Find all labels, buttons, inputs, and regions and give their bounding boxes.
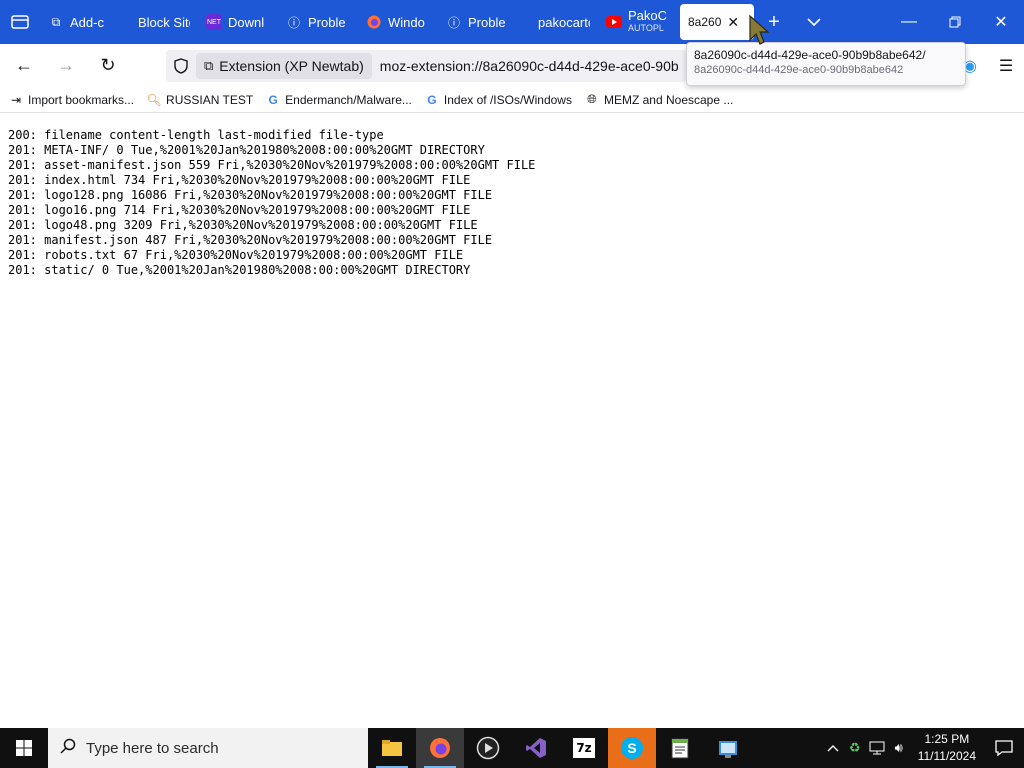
tab-block-site[interactable]: Block Site — [118, 4, 198, 40]
globe-icon: 🌐︎ — [587, 92, 597, 106]
minimize-button[interactable]: — — [886, 0, 932, 44]
close-window-button[interactable]: ✕ — [978, 0, 1024, 44]
bookmarks-toolbar: ⇥ Import bookmarks... 🔍︎ RUSSIAN TEST G … — [0, 87, 1024, 113]
tab-youtube[interactable]: PakoC AUTOPL — [598, 4, 676, 40]
listing-line: 201: logo16.png 714 Fri,%2030%20Nov%2019… — [8, 203, 471, 217]
reload-button[interactable]: ↻ — [90, 48, 126, 84]
search-icon: 🔍︎ — [146, 92, 162, 107]
bookmark-endermanch[interactable]: G Endermanch/Malware... — [265, 92, 412, 108]
extension-identity-box[interactable]: ⧉ Extension (XP Newtab) — [196, 53, 372, 79]
firefox-icon — [430, 738, 450, 758]
taskbar-firefox[interactable] — [416, 728, 464, 768]
chevron-up-icon — [827, 745, 839, 752]
notification-icon — [995, 740, 1013, 756]
control-panel-icon — [719, 741, 737, 758]
google-icon: G — [268, 92, 278, 107]
listing-line: 201: logo128.png 16086 Fri,%2030%20Nov%2… — [8, 188, 493, 202]
url-text[interactable]: moz-extension://8a26090c-d44d-429e-ace0-… — [380, 58, 679, 74]
clock[interactable]: 1:25 PM 11/11/2024 — [910, 731, 984, 765]
skype-icon: S — [621, 737, 643, 759]
taskbar-skype[interactable]: S — [608, 728, 656, 768]
7zip-icon: 7z — [573, 738, 595, 758]
url-bar[interactable]: ⧉ Extension (XP Newtab) moz-extension://… — [166, 50, 686, 82]
listing-line: 200: filename content-length last-modifi… — [8, 128, 384, 142]
restore-icon — [949, 16, 961, 28]
info-icon: ⓘ — [447, 15, 460, 30]
firefox-view-button[interactable] — [0, 0, 40, 44]
google-icon: G — [427, 92, 437, 107]
tab-pakocartoons[interactable]: pakocarto — [518, 4, 598, 40]
search-icon — [60, 738, 76, 759]
taskbar: Type here to search 7z S ♻ 🔊︎ 1:25 PM 11… — [0, 728, 1024, 768]
start-button[interactable] — [0, 728, 48, 768]
tab-active-extension[interactable]: 8a260 ✕ — [680, 4, 754, 40]
close-icon: ✕ — [994, 14, 1008, 31]
bookmark-russian-test[interactable]: 🔍︎ RUSSIAN TEST — [146, 92, 253, 108]
close-tab-icon[interactable]: ✕ — [727, 14, 739, 31]
tracking-protection-icon[interactable] — [166, 50, 196, 82]
youtube-icon — [606, 14, 622, 30]
media-player-icon — [476, 736, 500, 760]
listing-line: 201: META-INF/ 0 Tue,%2001%20Jan%201980%… — [8, 143, 485, 157]
listing-line: 201: manifest.json 487 Fri,%2030%20Nov%2… — [8, 233, 493, 247]
restore-button[interactable] — [932, 0, 978, 44]
listing-line: 201: static/ 0 Tue,%2001%20Jan%201980%20… — [8, 263, 471, 277]
reload-icon: ↻ — [100, 55, 116, 75]
chevron-down-icon — [807, 18, 821, 26]
forward-button[interactable]: → — [48, 48, 84, 84]
taskbar-7zip[interactable]: 7z — [560, 728, 608, 768]
cursor-icon — [749, 14, 770, 45]
listing-line: 201: robots.txt 67 Fri,%2030%20Nov%20197… — [8, 248, 464, 262]
puzzle-icon: ⧉ — [51, 14, 61, 29]
system-tray: ♻ 🔊︎ 1:25 PM 11/11/2024 — [822, 728, 1024, 768]
list-all-tabs-button[interactable] — [794, 0, 834, 44]
taskbar-visual-studio[interactable] — [512, 728, 560, 768]
page-content: 200: filename content-length last-modifi… — [0, 114, 1024, 728]
tab-problem-1[interactable]: ⓘ Proble — [278, 4, 358, 40]
puzzle-icon: ⧉ — [204, 58, 214, 73]
notification-center-button[interactable] — [984, 728, 1024, 768]
info-icon: ⓘ — [287, 15, 300, 30]
notepad-icon — [671, 738, 689, 759]
back-button[interactable]: ← — [6, 48, 42, 84]
taskbar-notepad[interactable] — [656, 728, 704, 768]
listing-line: 201: asset-manifest.json 559 Fri,%2030%2… — [8, 158, 536, 172]
bookmark-memz[interactable]: 🌐︎ MEMZ and Noescape ... — [584, 92, 733, 108]
tab-add-ons[interactable]: ⧉ Add-c — [40, 4, 118, 40]
import-icon: ⇥ — [10, 92, 22, 107]
show-hidden-icons-button[interactable] — [822, 728, 844, 768]
back-arrow-icon: ← — [15, 55, 33, 75]
file-explorer-icon — [382, 740, 402, 756]
minimize-icon: — — [901, 13, 917, 30]
taskbar-media-player[interactable] — [464, 728, 512, 768]
bookmark-import[interactable]: ⇥ Import bookmarks... — [8, 92, 134, 108]
taskbar-control-panel[interactable] — [704, 728, 752, 768]
listing-line: 201: index.html 734 Fri,%2030%20Nov%2019… — [8, 173, 471, 187]
bookmark-index-isos[interactable]: G Index of /ISOs/Windows — [424, 92, 572, 108]
forward-arrow-icon: → — [57, 55, 75, 75]
tab-problem-2[interactable]: ⓘ Proble — [438, 4, 518, 40]
tab-download[interactable]: NET Downl — [198, 4, 278, 40]
taskbar-search-box[interactable]: Type here to search — [48, 728, 368, 768]
network-icon[interactable] — [866, 728, 888, 768]
tab-tooltip: 8a26090c-d44d-429e-ace0-90b9b8abe642/ 8a… — [686, 42, 966, 86]
tab-strip: ⧉ Add-c Block Site NET Downl ⓘ Proble Wi… — [0, 0, 1024, 44]
listing-line: 201: logo48.png 3209 Fri,%2030%20Nov%201… — [8, 218, 478, 232]
app-menu-button[interactable]: ☰ — [988, 48, 1024, 84]
firefox-view-icon — [11, 15, 29, 29]
visual-studio-icon — [526, 738, 546, 758]
windows-logo-icon — [16, 740, 32, 756]
net-icon: NET — [206, 14, 222, 30]
directory-listing: 200: filename content-length last-modifi… — [8, 128, 535, 278]
volume-icon[interactable]: 🔊︎ — [888, 728, 910, 768]
firefox-icon — [366, 14, 382, 30]
hamburger-icon: ☰ — [998, 57, 1014, 75]
tab-windows[interactable]: Windo — [358, 4, 438, 40]
recycle-tray-icon[interactable]: ♻ — [844, 728, 866, 768]
taskbar-file-explorer[interactable] — [368, 728, 416, 768]
